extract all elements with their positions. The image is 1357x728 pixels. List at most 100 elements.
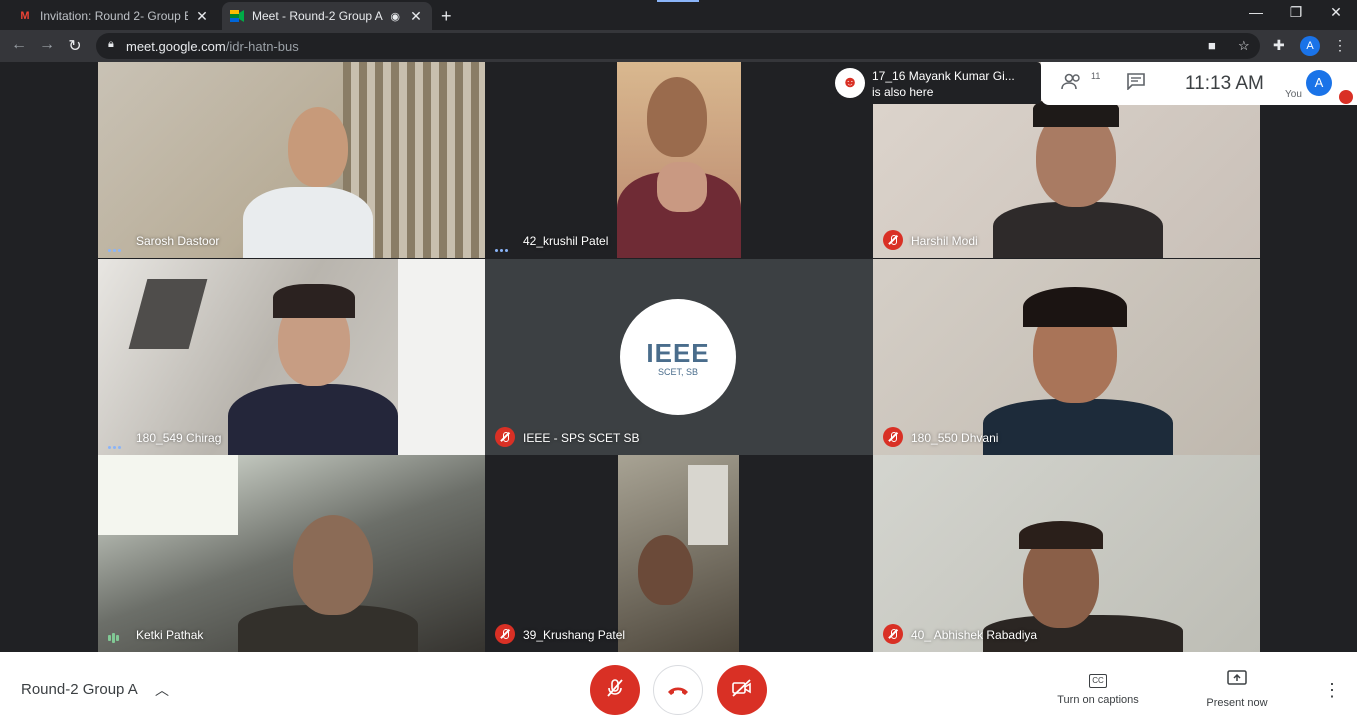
participant-tile[interactable]: 40_ Abhishek Rabadiya xyxy=(873,455,1260,652)
meeting-clock: 11:13 AM xyxy=(1185,73,1264,94)
meeting-title[interactable]: Round-2 Group A xyxy=(21,681,138,698)
participant-name: 39_Krushang Patel xyxy=(523,628,626,642)
participant-name: 42_krushil Patel xyxy=(523,234,609,248)
participant-tile[interactable]: 180_550 Dhvani xyxy=(873,259,1260,455)
ieee-logo-subtext: SCET, SB xyxy=(657,366,698,377)
new-tab-icon[interactable]: + xyxy=(441,6,452,27)
tab-title: Meet - Round-2 Group A xyxy=(252,9,383,23)
participant-hair xyxy=(1023,287,1127,327)
more-options-icon[interactable] xyxy=(495,239,513,252)
chat-icon[interactable] xyxy=(1126,72,1146,95)
participant-name: IEEE - SPS SCET SB xyxy=(523,431,640,445)
participant-name: Ketki Pathak xyxy=(136,628,204,642)
microphone-toggle-button[interactable] xyxy=(590,665,640,715)
participant-tile[interactable]: 42_krushil Patel xyxy=(485,62,873,258)
recording-indicator-icon: ◉ xyxy=(390,10,400,23)
chevron-up-icon[interactable]: ︿ xyxy=(155,680,169,700)
more-options-icon[interactable] xyxy=(108,436,126,449)
video-frame xyxy=(617,62,741,258)
restore-icon[interactable]: ❐ xyxy=(1281,4,1311,21)
mic-off-icon xyxy=(495,624,515,644)
present-screen-icon xyxy=(1227,670,1247,691)
minimize-icon[interactable]: — xyxy=(1241,4,1271,20)
self-label: You xyxy=(1285,89,1302,100)
participant-face xyxy=(647,77,707,157)
tab-meet[interactable]: Meet - Round-2 Group A ◉ ✕ xyxy=(222,2,432,30)
participant-count: 11 xyxy=(1091,71,1101,81)
participant-tile[interactable]: 39_Krushang Patel xyxy=(485,455,873,652)
lock-icon[interactable]: 🔒︎ xyxy=(108,38,114,51)
back-icon[interactable]: ← xyxy=(9,36,29,54)
tab-gmail-invitation[interactable]: M Invitation: Round 2- Group B @ S ✕ xyxy=(10,2,218,30)
camera-off-icon xyxy=(731,678,753,702)
present-label: Present now xyxy=(1206,697,1268,709)
video-grid: Sarosh Dastoor 42_krushil Patel Harshil … xyxy=(0,62,1357,652)
window-light xyxy=(98,455,238,535)
bookmark-star-icon[interactable]: ☆ xyxy=(1238,38,1250,54)
more-options-icon[interactable] xyxy=(108,239,126,252)
self-avatar[interactable]: A xyxy=(1306,70,1332,96)
notification-name: 17_16 Mayank Kumar Gi... xyxy=(872,69,1015,83)
captions-icon: CC xyxy=(1089,674,1107,688)
mic-off-icon xyxy=(883,624,903,644)
mic-off-icon xyxy=(883,427,903,447)
address-bar[interactable]: 🔒︎ meet.google.com/idr-hatn-bus ■ ☆ xyxy=(96,33,1260,59)
extensions-icon[interactable]: ✚ xyxy=(1273,37,1285,54)
self-mic-off-icon xyxy=(1339,90,1353,104)
mic-off-icon xyxy=(883,230,903,250)
leave-call-button[interactable] xyxy=(653,665,703,715)
participant-avatar-logo: IEEE SCET, SB xyxy=(620,299,736,415)
mic-off-icon xyxy=(495,427,515,447)
join-notification: ☻ 17_16 Mayank Kumar Gi... is also here xyxy=(829,62,1041,104)
hang-up-icon xyxy=(667,680,689,701)
participant-face xyxy=(288,107,348,187)
mic-off-icon xyxy=(605,678,625,703)
present-now-button[interactable]: Present now xyxy=(1182,670,1292,709)
participant-name: Sarosh Dastoor xyxy=(136,234,220,248)
profile-avatar[interactable]: A xyxy=(1300,36,1320,56)
people-icon[interactable] xyxy=(1061,72,1083,95)
participant-name: Harshil Modi xyxy=(911,234,978,248)
participant-name: 180_550 Dhvani xyxy=(911,431,999,445)
participant-tile[interactable]: IEEE SCET, SB IEEE - SPS SCET SB xyxy=(485,259,873,455)
background-wall xyxy=(398,259,485,455)
participant-hair xyxy=(273,284,355,318)
browser-toolbar: ← → ↻ 🔒︎ meet.google.com/idr-hatn-bus ■ … xyxy=(0,30,1357,62)
participant-body xyxy=(983,399,1173,455)
browser-tab-bar: M Invitation: Round 2- Group B @ S ✕ Mee… xyxy=(0,0,1357,30)
more-options-icon[interactable]: ⋮ xyxy=(1323,680,1341,701)
meeting-controls-bar: Round-2 Group A ︿ CC Turn on captions Pr… xyxy=(0,652,1357,728)
meet-icon xyxy=(230,9,244,23)
participant-body xyxy=(243,187,373,258)
captions-button[interactable]: CC Turn on captions xyxy=(1043,670,1153,706)
participant-tile[interactable]: Sarosh Dastoor xyxy=(98,62,485,258)
participant-name: 40_ Abhishek Rabadiya xyxy=(911,628,1038,642)
camera-toggle-button[interactable] xyxy=(717,665,767,715)
tab-title: Invitation: Round 2- Group B @ S xyxy=(40,9,188,23)
participant-avatar: ☻ xyxy=(835,68,865,98)
participant-face xyxy=(293,515,373,615)
ieee-logo-text: IEEE xyxy=(646,337,710,368)
reload-icon[interactable]: ↻ xyxy=(65,36,85,56)
close-tab-icon[interactable]: ✕ xyxy=(194,8,210,25)
url-text: meet.google.com/idr-hatn-bus xyxy=(126,39,299,54)
participant-tile[interactable]: 180_549 Chirag xyxy=(98,259,485,455)
participant-body xyxy=(228,384,398,455)
participant-tile[interactable]: Ketki Pathak xyxy=(98,455,485,652)
participant-body xyxy=(993,202,1163,258)
forward-icon[interactable]: → xyxy=(37,36,57,54)
browser-menu-icon[interactable]: ⋮ xyxy=(1333,37,1347,54)
notification-text: is also here xyxy=(872,85,934,99)
participant-hands xyxy=(657,162,707,212)
background-panel xyxy=(128,279,208,349)
close-window-icon[interactable]: ✕ xyxy=(1321,4,1351,21)
camera-in-use-icon[interactable]: ■ xyxy=(1208,38,1216,53)
captions-label: Turn on captions xyxy=(1057,694,1139,706)
meeting-info-panel: 11 11:13 AM You A xyxy=(1041,62,1357,105)
participant-face xyxy=(638,535,693,605)
window-light xyxy=(688,465,728,545)
video-frame xyxy=(618,455,739,652)
speaking-indicator-icon xyxy=(108,629,124,643)
close-tab-icon[interactable]: ✕ xyxy=(408,8,424,25)
tab-search-indicator xyxy=(657,0,699,2)
